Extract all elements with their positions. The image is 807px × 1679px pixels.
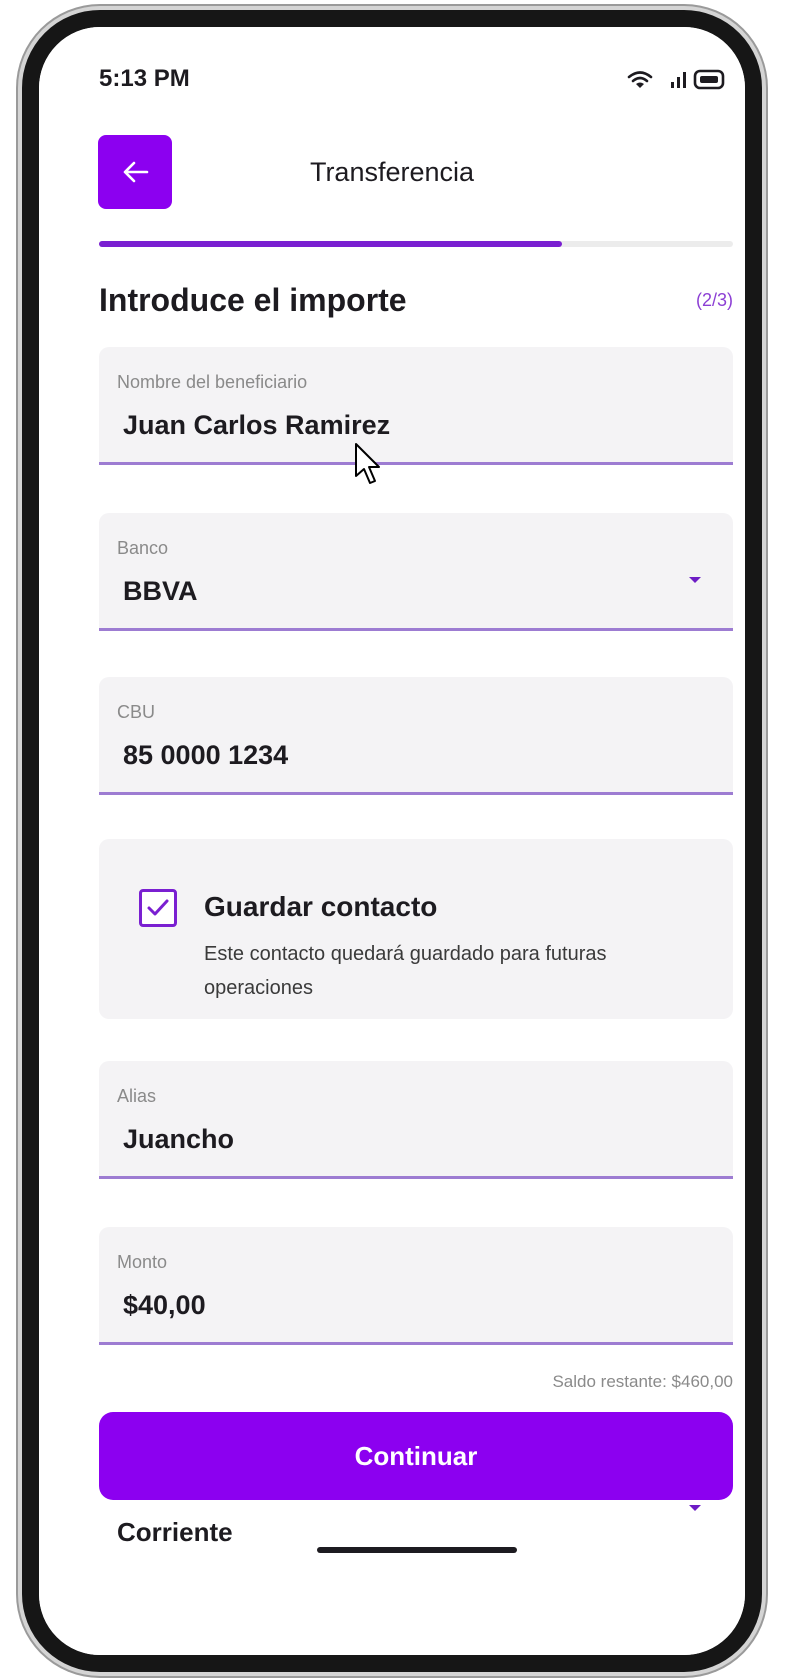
battery-icon — [693, 69, 725, 90]
cbu-field[interactable]: CBU 85 0000 1234 — [99, 677, 733, 795]
section-title: Introduce el importe — [99, 282, 407, 318]
chevron-down-icon[interactable] — [689, 577, 701, 583]
alias-field[interactable]: Alias Juancho — [99, 1061, 733, 1179]
screen-title: Transferencia — [309, 157, 475, 187]
field-value: $40,00 — [123, 1290, 206, 1320]
field-label: Monto — [117, 1252, 168, 1272]
phone-frame: 5:13 PM Transferencia Introduce el impor… — [22, 10, 762, 1672]
continue-button[interactable]: Continuar — [99, 1412, 733, 1500]
save-contact-description: Este contacto quedará guardado para futu… — [204, 943, 607, 999]
mouse-cursor-icon — [355, 443, 380, 484]
field-value: BBVA — [123, 576, 198, 606]
step-counter: (2/3) — [695, 290, 733, 310]
beneficiary-name-field[interactable]: Nombre del beneficiario Juan Carlos Rami… — [99, 347, 733, 465]
save-contact-card[interactable]: Guardar contacto Este contacto quedará g… — [99, 839, 733, 1019]
wifi-icon — [627, 71, 653, 88]
progress-bar — [99, 241, 733, 247]
chevron-down-icon[interactable] — [689, 1505, 701, 1511]
check-icon — [147, 899, 169, 916]
app-screen: 5:13 PM Transferencia Introduce el impor… — [39, 27, 745, 1655]
account-type-value: Corriente — [117, 1517, 233, 1547]
save-contact-title: Guardar contacto — [204, 891, 438, 922]
progress-fill — [99, 241, 562, 247]
field-label: Banco — [117, 538, 169, 558]
save-contact-checkbox[interactable] — [139, 889, 177, 927]
field-value: 85 0000 1234 — [123, 740, 289, 770]
status-icons — [623, 65, 733, 95]
field-label: CBU — [117, 702, 156, 722]
bank-select[interactable]: Banco BBVA — [99, 513, 733, 631]
signal-icon — [671, 72, 686, 88]
status-time: 5:13 PM — [99, 65, 190, 92]
field-label: Nombre del beneficiario — [117, 372, 308, 392]
field-value: Juancho — [123, 1124, 235, 1154]
amount-field[interactable]: Monto $40,00 — [99, 1227, 733, 1345]
home-indicator — [317, 1547, 517, 1553]
remaining-balance: Saldo restante: $460,00 — [552, 1372, 733, 1391]
field-label: Alias — [117, 1086, 157, 1106]
field-value: Juan Carlos Ramirez — [123, 410, 391, 440]
